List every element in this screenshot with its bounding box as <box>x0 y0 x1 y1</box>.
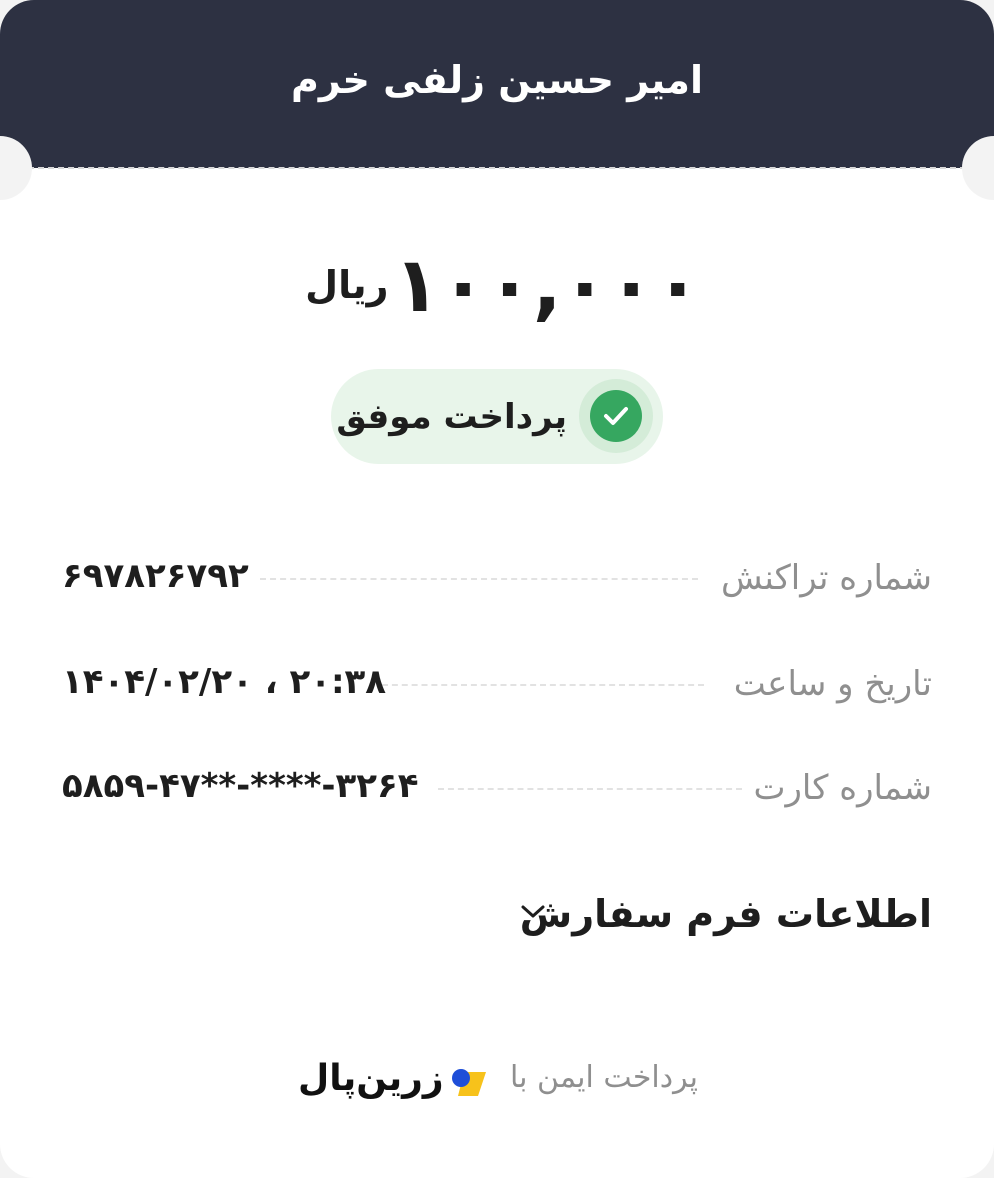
detail-row-datetime: تاریخ و ساعت ۱۴۰۴/۰۲/۲۰ ، ۲۰:۳۸ <box>62 658 932 708</box>
order-form-toggle[interactable]: اطلاعات فرم سفارش <box>510 888 932 948</box>
order-form-label: اطلاعات فرم سفارش <box>519 892 932 936</box>
receipt-card: امیر حسین زلفی خرم ۱۰۰,۰۰۰ ریال پرداخت م… <box>0 0 994 1178</box>
payer-name: امیر حسین زلفی خرم <box>291 58 703 102</box>
status-label: پرداخت موفق <box>336 397 567 437</box>
zarinpal-logo-icon <box>450 1066 488 1100</box>
footer: پرداخت ایمن با زرین‌پال <box>0 1058 994 1108</box>
payment-amount: ۱۰۰,۰۰۰ ریال <box>0 240 994 329</box>
datetime-label: تاریخ و ساعت <box>733 664 932 704</box>
row-dotted-leader <box>382 684 704 686</box>
amount-currency: ریال <box>305 262 389 307</box>
receipt-header: امیر حسین زلفی خرم <box>0 0 994 168</box>
row-dotted-leader <box>260 578 698 580</box>
secure-payment-text: پرداخت ایمن با <box>509 1060 698 1095</box>
detail-row-card: شماره کارت ۵۸۵۹-۴۷**-****-۳۲۶۴ <box>62 762 932 812</box>
check-circle-icon <box>590 390 642 442</box>
detail-row-transaction: شماره تراکنش ۶۹۷۸۲۶۷۹۲ <box>62 552 932 602</box>
status-icon-ring <box>579 379 653 453</box>
card-number-value: ۵۸۵۹-۴۷**-****-۳۲۶۴ <box>62 766 419 806</box>
card-number-label: شماره کارت <box>753 768 932 808</box>
status-badge: پرداخت موفق <box>331 369 663 464</box>
row-dotted-leader <box>438 788 742 790</box>
chevron-down-icon <box>520 904 546 924</box>
transaction-number-label: شماره تراکنش <box>720 558 932 598</box>
perforation-divider <box>28 167 966 169</box>
datetime-value: ۱۴۰۴/۰۲/۲۰ ، ۲۰:۳۸ <box>62 662 387 702</box>
brand-name: زرین‌پال <box>298 1058 444 1099</box>
transaction-number-value: ۶۹۷۸۲۶۷۹۲ <box>62 556 249 596</box>
amount-value: ۱۰۰,۰۰۰ <box>393 240 701 329</box>
